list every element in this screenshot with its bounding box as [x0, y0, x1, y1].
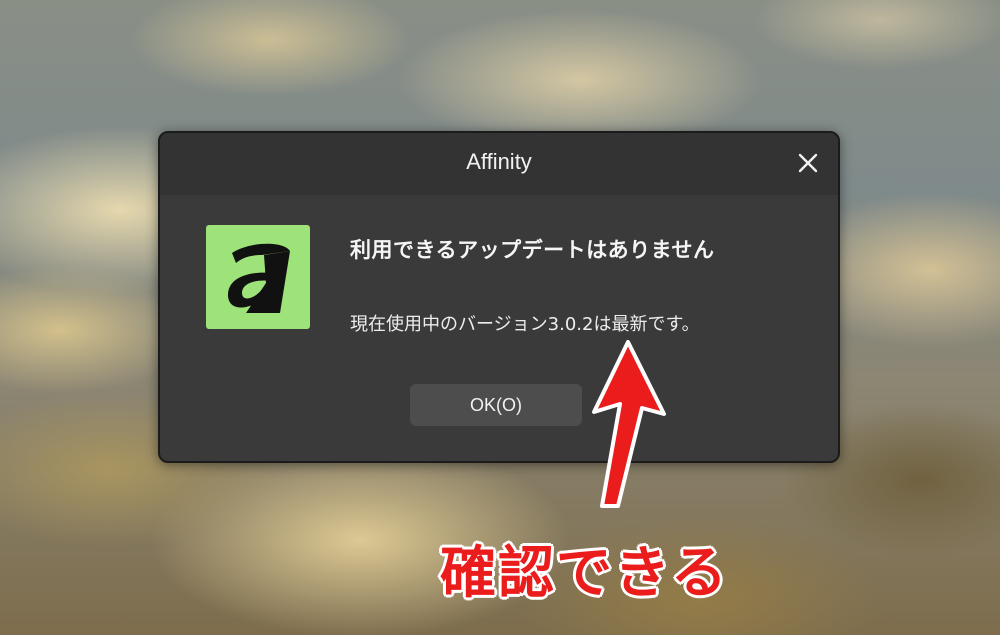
annotation-label: 確認できる	[440, 541, 729, 606]
dialog-titlebar: Affinity	[160, 133, 838, 195]
desktop-background: { "dialog": { "title": "Affinity", "head…	[0, 0, 1000, 635]
close-button[interactable]	[792, 147, 824, 179]
update-dialog: Affinity 利用できるアップデートはありません 現在使用中のバージョン3.…	[158, 131, 840, 463]
ok-button[interactable]: OK(O)	[410, 384, 582, 426]
arrow-up-icon	[572, 338, 672, 514]
dialog-heading: 利用できるアップデートはありません	[350, 238, 715, 262]
dialog-message: 現在使用中のバージョン3.0.2は最新です。	[350, 314, 700, 335]
dialog-title: Affinity	[466, 149, 532, 174]
affinity-app-icon	[206, 225, 310, 329]
close-icon	[798, 153, 818, 173]
